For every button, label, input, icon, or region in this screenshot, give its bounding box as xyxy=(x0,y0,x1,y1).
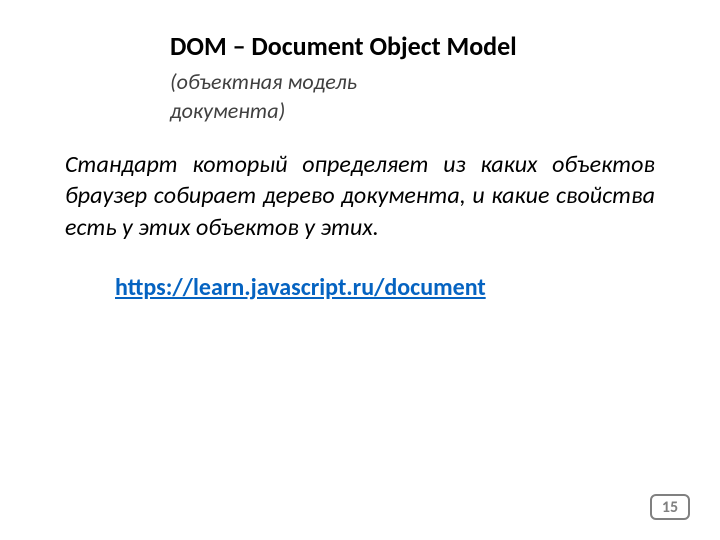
slide-container: DOM – Document Object Model (объектная м… xyxy=(0,0,720,540)
reference-link[interactable]: https://learn.javascript.ru/document xyxy=(115,273,486,302)
body-paragraph: Стандарт который определяет из каких объ… xyxy=(60,149,660,243)
slide-subtitle: (объектная модель документа) xyxy=(170,68,470,125)
page-number-badge: 15 xyxy=(650,494,690,520)
slide-title: DOM – Document Object Model xyxy=(170,30,660,62)
